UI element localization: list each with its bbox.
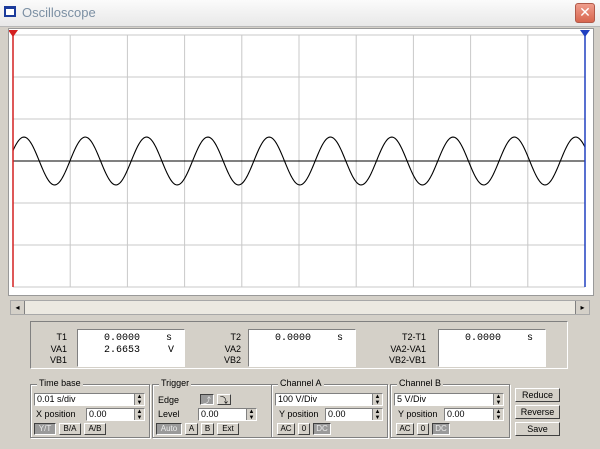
ba-mode-button[interactable]: B/A xyxy=(59,423,81,435)
level-value: 0.00 xyxy=(201,409,219,419)
channel-a-ypos-spinner[interactable]: ▲ ▼ xyxy=(372,409,382,421)
xposition-value: 0.00 xyxy=(89,409,107,419)
trigger-b-button[interactable]: B xyxy=(201,423,214,435)
t2-time-unit: s xyxy=(337,333,344,344)
vb1-label: VB1 xyxy=(49,355,67,365)
measurement-panel: T1 VA1 VB1 0.0000 s 2.6653 V T2 VA2 VB2 … xyxy=(30,321,568,369)
t1-time-unit: s xyxy=(166,333,173,344)
channel-a-ypos-field[interactable]: 0.00 ▲ ▼ xyxy=(325,408,383,421)
channel-a-dc-button[interactable]: DC xyxy=(313,423,331,435)
t1-label: T1 xyxy=(56,332,67,342)
scroll-right-button[interactable]: ▸ xyxy=(575,301,589,314)
channel-b-ypos-field[interactable]: 0.00 ▲ ▼ xyxy=(444,408,504,421)
channel-a-scale-value: 100 V/Div xyxy=(278,394,318,404)
save-button[interactable]: Save xyxy=(515,422,560,436)
scroll-left-button[interactable]: ◂ xyxy=(11,301,25,314)
cursor-1-marker xyxy=(9,30,18,37)
rising-edge-button[interactable]: ⤴ xyxy=(200,394,214,405)
level-label: Level xyxy=(158,409,180,419)
va1-unit: V xyxy=(168,345,175,356)
level-spinner[interactable]: ▲ ▼ xyxy=(246,409,256,421)
delta-readout: 0.0000 s xyxy=(438,329,546,367)
t2-label: T2 xyxy=(230,332,241,342)
channel-b-group: Channel B 5 V/Div ▲ ▼ Y position 0.00 ▲ ▼ … xyxy=(390,378,510,438)
edge-label: Edge xyxy=(158,395,180,405)
timebase-scale-field[interactable]: 0.01 s/div ▲ ▼ xyxy=(34,393,145,406)
channel-b-scale-field[interactable]: 5 V/Div ▲ ▼ xyxy=(394,393,504,406)
channel-b-title: Channel B xyxy=(397,378,444,388)
va-delta-label: VA2-VA1 xyxy=(390,344,426,354)
t2-readout: 0.0000 s xyxy=(248,329,356,367)
trigger-a-button[interactable]: A xyxy=(185,423,198,435)
title-bar: Oscilloscope ✕ xyxy=(0,0,600,27)
close-button[interactable]: ✕ xyxy=(575,3,595,23)
t1-readout: 0.0000 s 2.6653 V xyxy=(77,329,185,367)
delta-time-unit: s xyxy=(527,333,534,344)
va1-label: VA1 xyxy=(50,344,67,354)
channel-b-ypos-spinner[interactable]: ▲ ▼ xyxy=(493,409,503,421)
window-icon xyxy=(4,6,16,17)
level-field[interactable]: 0.00 ▲ ▼ xyxy=(198,408,257,421)
channel-b-ypos-value: 0.00 xyxy=(447,409,465,419)
channel-b-dc-button[interactable]: DC xyxy=(432,423,450,435)
delta-label: T2-T1 xyxy=(401,332,426,342)
delta-time-value: 0.0000 xyxy=(465,333,502,344)
channel-a-scale-field[interactable]: 100 V/Div ▲ ▼ xyxy=(275,393,383,406)
t2-time-value: 0.0000 xyxy=(275,333,312,344)
channel-a-title: Channel A xyxy=(278,378,324,388)
timebase-scale-value: 0.01 s/div xyxy=(37,394,76,404)
channel-a-group: Channel A 100 V/Div ▲ ▼ Y position 0.00 ▲… xyxy=(271,378,388,438)
trigger-title: Trigger xyxy=(159,378,192,388)
channel-a-ypos-label: Y position xyxy=(279,409,319,419)
window-title: Oscilloscope xyxy=(22,5,96,20)
timebase-group: Time base 0.01 s/div ▲ ▼ X position 0.00 … xyxy=(30,378,150,438)
channel-b-ac-button[interactable]: AC xyxy=(396,423,414,435)
channel-b-zero-button[interactable]: 0 xyxy=(417,423,429,435)
trigger-group: Trigger Edge ⤴ ⤵ Level 0.00 ▲ ▼ Auto A B … xyxy=(152,378,272,438)
channel-b-ypos-label: Y position xyxy=(398,409,438,419)
cursor-2-marker xyxy=(580,30,590,37)
channel-a-ypos-value: 0.00 xyxy=(328,409,346,419)
va1-value: 2.6653 xyxy=(104,345,141,356)
ab-mode-button[interactable]: A/B xyxy=(84,423,106,435)
trigger-ext-button[interactable]: Ext xyxy=(217,423,239,435)
va2-label: VA2 xyxy=(224,344,241,354)
channel-a-ac-button[interactable]: AC xyxy=(277,423,295,435)
falling-edge-button[interactable]: ⤵ xyxy=(217,394,231,405)
horizontal-scrollbar[interactable]: ◂ ▸ xyxy=(10,300,590,315)
channel-b-scale-value: 5 V/Div xyxy=(397,394,427,404)
scope-display xyxy=(9,30,590,288)
xposition-spinner[interactable]: ▲ ▼ xyxy=(134,409,144,421)
vb-delta-label: VB2-VB1 xyxy=(388,355,426,365)
channel-b-scale-spinner[interactable]: ▲ ▼ xyxy=(493,394,503,406)
channel-a-zero-button[interactable]: 0 xyxy=(298,423,310,435)
t1-time-value: 0.0000 xyxy=(104,333,141,344)
reduce-button[interactable]: Reduce xyxy=(515,388,560,402)
yt-mode-button[interactable]: Y/T xyxy=(34,423,56,435)
reverse-button[interactable]: Reverse xyxy=(515,405,560,419)
oscilloscope-screen xyxy=(8,28,594,296)
timebase-title: Time base xyxy=(37,378,83,388)
channel-a-scale-spinner[interactable]: ▲ ▼ xyxy=(372,394,382,406)
auto-trigger-button[interactable]: Auto xyxy=(156,423,182,435)
xposition-field[interactable]: 0.00 ▲ ▼ xyxy=(86,408,145,421)
vb2-label: VB2 xyxy=(223,355,241,365)
timebase-spinner[interactable]: ▲ ▼ xyxy=(134,394,144,406)
xposition-label: X position xyxy=(36,409,76,419)
